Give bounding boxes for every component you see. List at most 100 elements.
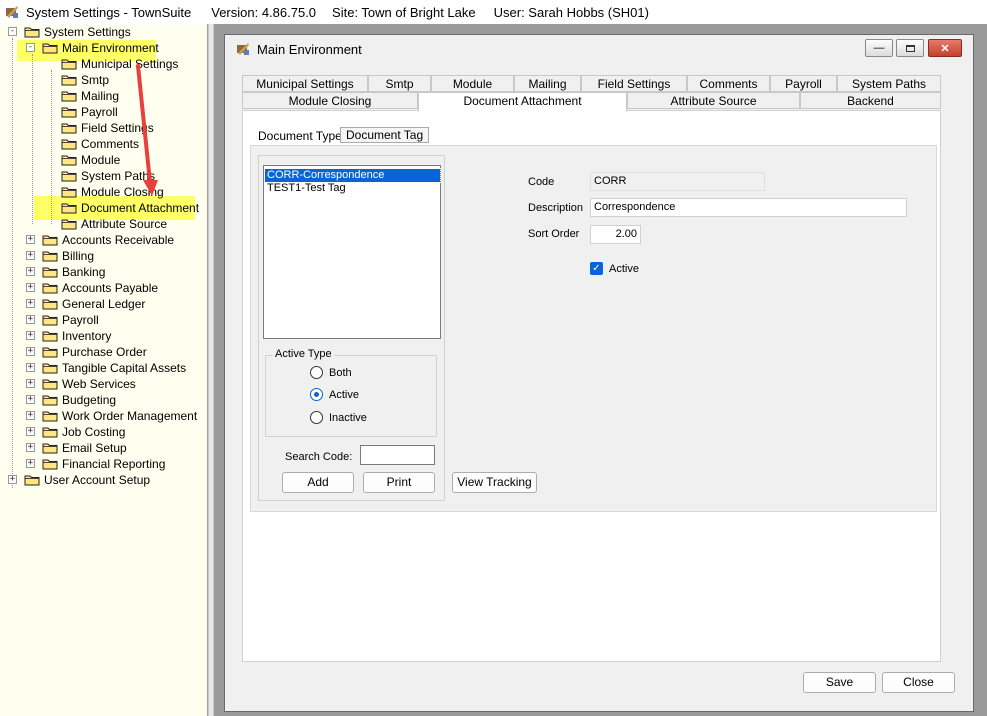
folder-icon xyxy=(61,202,77,214)
tree-node-module[interactable]: Web Services xyxy=(42,376,136,392)
print-button[interactable]: Print xyxy=(363,472,435,493)
folder-icon xyxy=(42,282,58,294)
collapse-icon[interactable]: - xyxy=(8,27,17,36)
tree-node-child[interactable]: Attribute Source xyxy=(61,216,167,232)
tab[interactable]: Module Closing xyxy=(242,92,418,109)
tab[interactable]: Comments xyxy=(687,75,770,92)
expand-icon[interactable]: + xyxy=(26,251,35,260)
tree-node-module[interactable]: Job Costing xyxy=(42,424,125,440)
radio-active[interactable]: Active xyxy=(310,388,359,401)
tree-node-module[interactable]: Work Order Management xyxy=(42,408,197,424)
close-window-button[interactable]: ✕ xyxy=(928,39,962,57)
code-field: CORR xyxy=(590,172,765,191)
radio-circle xyxy=(310,388,323,401)
folder-icon xyxy=(42,346,58,358)
folder-icon xyxy=(61,122,77,134)
tab[interactable]: Smtp xyxy=(368,75,431,92)
expand-icon[interactable]: + xyxy=(26,395,35,404)
tree-node-system-settings[interactable]: System Settings xyxy=(24,24,131,40)
tab[interactable]: Document Attachment xyxy=(418,92,627,112)
tree-node-main-environment[interactable]: Main Environment xyxy=(42,40,159,56)
active-checkbox[interactable]: ✓ xyxy=(590,262,603,275)
minimize-button[interactable]: — xyxy=(865,39,893,57)
tree-node-module[interactable]: General Ledger xyxy=(42,296,145,312)
search-code-input[interactable] xyxy=(360,445,435,465)
view-tracking-button[interactable]: View Tracking xyxy=(452,472,537,493)
tree-node-module[interactable]: Banking xyxy=(42,264,105,280)
expand-icon[interactable]: + xyxy=(26,267,35,276)
tree-node-child[interactable]: System Paths xyxy=(61,168,155,184)
description-field[interactable]: Correspondence xyxy=(590,198,907,217)
expand-icon[interactable]: + xyxy=(26,347,35,356)
subtab-document-type[interactable]: Document Type xyxy=(253,129,347,145)
tree-node-module[interactable]: Inventory xyxy=(42,328,111,344)
expand-icon[interactable]: + xyxy=(26,459,35,468)
tree-node-user-account-setup[interactable]: User Account Setup xyxy=(24,472,150,488)
tree-node-label: Field Settings xyxy=(81,121,154,135)
tree-node-module[interactable]: Accounts Receivable xyxy=(42,232,174,248)
expand-icon[interactable]: + xyxy=(26,443,35,452)
expand-icon[interactable]: + xyxy=(26,299,35,308)
sort-order-field[interactable]: 2.00 xyxy=(590,225,641,244)
tree-node-child[interactable]: Field Settings xyxy=(61,120,154,136)
radio-circle xyxy=(310,411,323,424)
folder-icon xyxy=(61,138,77,150)
radio-inactive[interactable]: Inactive xyxy=(310,411,367,424)
expand-icon[interactable]: + xyxy=(26,283,35,292)
expand-icon[interactable]: + xyxy=(8,475,17,484)
expand-icon[interactable]: + xyxy=(26,315,35,324)
tab[interactable]: Field Settings xyxy=(581,75,687,92)
list-item[interactable]: TEST1-Test Tag xyxy=(265,182,440,195)
list-item[interactable]: CORR-Correspondence xyxy=(264,168,441,183)
folder-icon xyxy=(42,42,58,54)
tab[interactable]: System Paths xyxy=(837,75,941,92)
folder-icon xyxy=(61,58,77,70)
tree-node-module[interactable]: Purchase Order xyxy=(42,344,147,360)
expand-icon[interactable]: + xyxy=(26,363,35,372)
tree-node-module[interactable]: Billing xyxy=(42,248,94,264)
code-label: Code xyxy=(528,176,555,188)
tree-node-child[interactable]: Mailing xyxy=(61,88,119,104)
tab[interactable]: Mailing xyxy=(514,75,581,92)
expand-icon[interactable]: + xyxy=(26,427,35,436)
save-button[interactable]: Save xyxy=(803,672,876,693)
tree-node-child[interactable]: Smtp xyxy=(61,72,109,88)
settings-tree[interactable]: System Settings - Main Environment - Municip… xyxy=(0,24,208,716)
expand-icon[interactable]: + xyxy=(26,235,35,244)
tab[interactable]: Payroll xyxy=(770,75,837,92)
tab[interactable]: Module xyxy=(431,75,514,92)
tab[interactable]: Attribute Source xyxy=(627,92,800,109)
expand-icon[interactable]: + xyxy=(26,379,35,388)
folder-icon xyxy=(42,442,58,454)
tree-node-module[interactable]: Budgeting xyxy=(42,392,116,408)
folder-icon xyxy=(42,458,58,470)
tree-node-module[interactable]: Accounts Payable xyxy=(42,280,158,296)
expand-icon[interactable]: + xyxy=(26,411,35,420)
close-button[interactable]: Close xyxy=(882,672,955,693)
tab[interactable]: Municipal Settings xyxy=(242,75,368,92)
expand-icon[interactable]: + xyxy=(26,331,35,340)
tree-node-child[interactable]: Municipal Settings xyxy=(61,56,178,72)
folder-icon xyxy=(42,298,58,310)
add-button[interactable]: Add xyxy=(282,472,354,493)
radio-both[interactable]: Both xyxy=(310,366,352,379)
tree-node-module[interactable]: Email Setup xyxy=(42,440,127,456)
tree-node-module[interactable]: Tangible Capital Assets xyxy=(42,360,186,376)
tag-listbox[interactable]: CORR-Correspondence TEST1-Test Tag xyxy=(263,165,441,339)
tree-node-child[interactable]: Payroll xyxy=(61,104,118,120)
tab[interactable]: Backend xyxy=(800,92,941,109)
collapse-icon[interactable]: - xyxy=(26,43,35,52)
tree-node-module[interactable]: Financial Reporting xyxy=(42,456,165,472)
tree-node-child[interactable]: Comments xyxy=(61,136,139,152)
restore-button[interactable] xyxy=(896,39,924,57)
tree-node-child[interactable]: Module Closing xyxy=(61,184,164,200)
tree-node-label: Email Setup xyxy=(62,441,127,455)
minimize-icon: — xyxy=(873,42,885,54)
search-code-label: Search Code: xyxy=(285,451,353,463)
subtab-document-tag[interactable]: Document Tag xyxy=(340,127,430,143)
app-titlebar: System Settings - TownSuite Version: 4.8… xyxy=(0,0,987,24)
tree-node-child[interactable]: Module xyxy=(61,152,120,168)
tree-node-child[interactable]: Document Attachment xyxy=(61,200,199,216)
tree-node-module[interactable]: Payroll xyxy=(42,312,99,328)
folder-icon xyxy=(61,186,77,198)
